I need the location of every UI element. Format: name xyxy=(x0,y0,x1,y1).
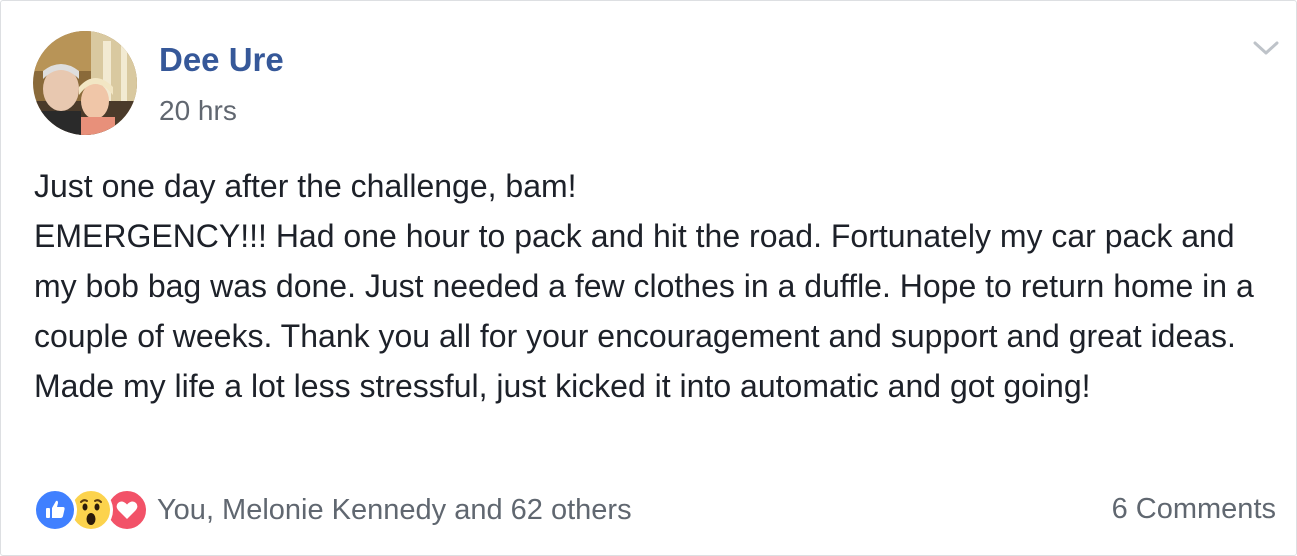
post-text-paragraph: EMERGENCY!!! Had one hour to pack and hi… xyxy=(34,218,1254,404)
chevron-down-icon[interactable] xyxy=(1249,35,1283,61)
avatar-photo xyxy=(33,31,137,135)
post-text-line: Just one day after the challenge, bam! xyxy=(34,168,577,204)
post-card: Dee Ure 20 hrs Just one day after the ch… xyxy=(0,0,1297,556)
comment-count-link[interactable]: 6 Comments xyxy=(1112,493,1276,526)
author-name[interactable]: Dee Ure xyxy=(159,41,284,79)
post-text: Just one day after the challenge, bam! E… xyxy=(34,161,1279,411)
reaction-summary[interactable]: You, Melonie Kennedy and 62 others xyxy=(157,494,632,527)
avatar[interactable] xyxy=(33,31,137,135)
timestamp[interactable]: 20 hrs xyxy=(159,95,237,127)
like-icon[interactable] xyxy=(33,488,77,532)
reaction-bar[interactable]: You, Melonie Kennedy and 62 others xyxy=(33,487,632,533)
